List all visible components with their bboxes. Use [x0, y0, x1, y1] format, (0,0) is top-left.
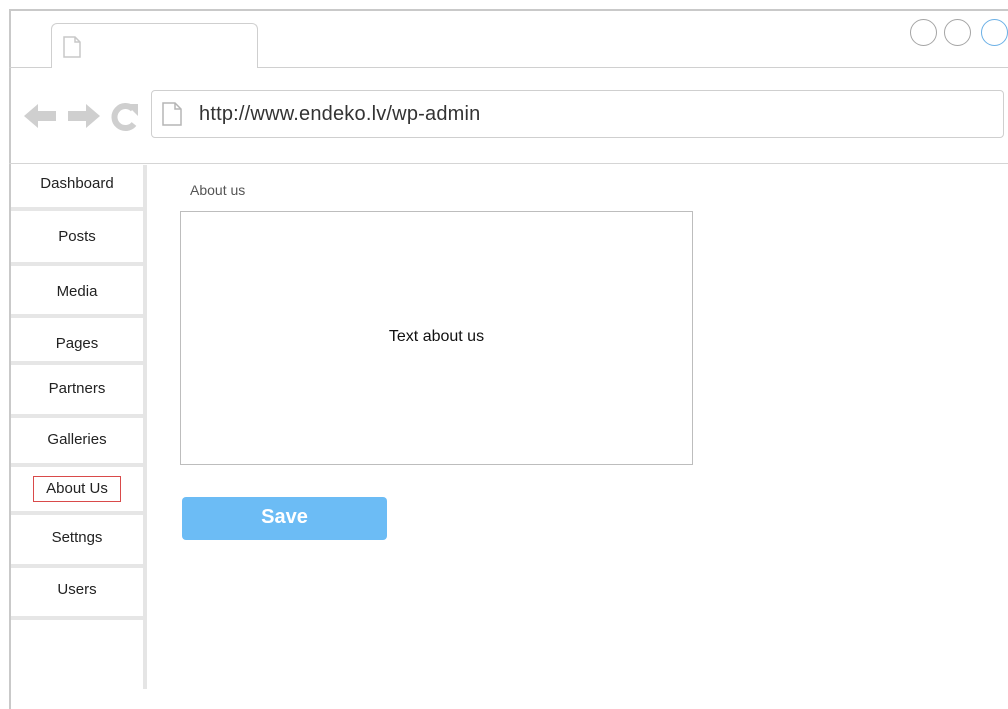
sidebar-item-partners[interactable]: Partners	[11, 380, 143, 397]
sidebar-divider	[11, 414, 143, 418]
minimize-button[interactable]	[910, 19, 937, 46]
close-button[interactable]	[981, 19, 1008, 46]
sidebar-item-label: Galleries	[47, 431, 107, 448]
sidebar-divider	[11, 361, 143, 365]
about-us-textarea[interactable]: Text about us	[180, 211, 693, 465]
toolbar-divider	[9, 163, 1008, 164]
sidebar-divider	[11, 463, 143, 467]
reload-icon[interactable]	[110, 102, 140, 137]
sidebar-divider	[11, 564, 143, 568]
sidebar-item-label: Pages	[55, 335, 99, 352]
sidebar-item-dashboard[interactable]: Dashboard	[11, 175, 143, 192]
admin-sidebar: Dashboard Posts Media Pages Partners Gal…	[11, 165, 147, 689]
sidebar-divider	[11, 511, 143, 515]
sidebar-item-posts[interactable]: Posts	[11, 228, 143, 245]
sidebar-item-galleries[interactable]: Galleries	[11, 431, 143, 448]
sidebar-item-media[interactable]: Media	[11, 283, 143, 300]
sidebar-item-about-us[interactable]: About Us	[11, 476, 143, 502]
sidebar-divider	[11, 314, 143, 318]
address-bar[interactable]: http://www.endeko.lv/wp-admin	[151, 90, 1004, 138]
maximize-button[interactable]	[944, 19, 971, 46]
sidebar-item-pages[interactable]: Pages	[11, 335, 143, 352]
sidebar-item-label: Users	[57, 581, 97, 598]
sidebar-item-label: About Us	[33, 476, 121, 502]
back-arrow-icon[interactable]	[24, 102, 58, 135]
sidebar-item-label: Posts	[58, 228, 96, 245]
sidebar-divider	[11, 262, 143, 266]
section-label: About us	[190, 182, 246, 198]
page-icon	[63, 36, 81, 63]
forward-arrow-icon[interactable]	[66, 102, 100, 135]
page-icon	[162, 102, 182, 131]
sidebar-item-users[interactable]: Users	[11, 581, 143, 598]
save-button[interactable]: Save	[182, 497, 387, 540]
sidebar-item-label: Settngs	[51, 529, 103, 546]
textarea-value[interactable]: Text about us	[181, 328, 692, 346]
sidebar-item-label: Partners	[48, 380, 106, 397]
sidebar-divider	[11, 207, 143, 211]
sidebar-divider	[11, 616, 143, 620]
url-text[interactable]: http://www.endeko.lv/wp-admin	[199, 103, 480, 126]
sidebar-item-label: Dashboard	[40, 175, 114, 192]
sidebar-item-settings[interactable]: Settngs	[11, 529, 143, 546]
sidebar-item-label: Media	[56, 283, 98, 300]
browser-tab[interactable]	[51, 23, 258, 68]
